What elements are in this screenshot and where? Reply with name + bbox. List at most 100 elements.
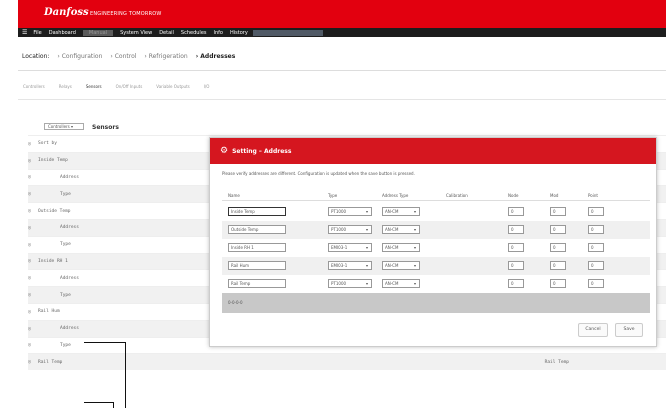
dialog-notice: Please verify addresses are different. C… bbox=[222, 171, 415, 176]
chevron-down-icon: ▾ bbox=[365, 245, 368, 250]
tab-relays[interactable]: Relays bbox=[59, 84, 72, 89]
sensor-icon: ◎ bbox=[28, 191, 32, 198]
address-type-select[interactable]: AN-CM ▾ bbox=[382, 261, 420, 270]
type-select[interactable]: EMI03-1 ▾ bbox=[328, 261, 372, 270]
list-item-label: Inside Temp bbox=[38, 158, 68, 164]
node-input[interactable]: 0 bbox=[508, 279, 524, 288]
mod-input[interactable]: 0 bbox=[550, 279, 566, 288]
mod-input[interactable]: 0 bbox=[550, 261, 566, 270]
point-input[interactable]: 0 bbox=[588, 243, 604, 252]
node-input-value: 0 bbox=[511, 227, 514, 232]
name-input[interactable]: Outside Temp bbox=[228, 225, 286, 234]
node-input[interactable]: 0 bbox=[508, 225, 524, 234]
mod-input-value: 0 bbox=[553, 263, 556, 268]
sensor-icon: ◎ bbox=[28, 258, 32, 265]
list-item-label: Address bbox=[60, 174, 79, 180]
menu-info[interactable]: Info bbox=[214, 30, 223, 36]
chevron-down-icon: ▾ bbox=[365, 209, 368, 214]
chevron-down-icon: ▾ bbox=[413, 245, 416, 250]
type-select[interactable]: PT1000 ▾ bbox=[328, 225, 372, 234]
name-input[interactable]: Rail Hum bbox=[228, 261, 286, 270]
address-type-select[interactable]: AN-CM ▾ bbox=[382, 243, 420, 252]
callout-line bbox=[84, 402, 114, 403]
name-input-value: Rail Hum bbox=[231, 263, 250, 268]
node-input-value: 0 bbox=[511, 209, 514, 214]
address-type-select[interactable]: AN-CM ▾ bbox=[382, 279, 420, 288]
tab-io[interactable]: I/O bbox=[204, 84, 210, 89]
point-input[interactable]: 0 bbox=[588, 207, 604, 216]
name-input-value: Rail Temp bbox=[231, 281, 251, 286]
node-input[interactable]: 0 bbox=[508, 207, 524, 216]
mod-input-value: 0 bbox=[553, 227, 556, 232]
type-select[interactable]: PT1000 ▾ bbox=[328, 279, 372, 288]
point-input-value: 0 bbox=[591, 245, 594, 250]
address-type-select[interactable]: AN-CM ▾ bbox=[382, 225, 420, 234]
address-type-select[interactable]: AN-CM ▾ bbox=[382, 207, 420, 216]
hamburger-icon[interactable]: ☰ bbox=[22, 29, 27, 36]
menu-manual[interactable]: Manual bbox=[82, 29, 114, 36]
point-input[interactable]: 0 bbox=[588, 279, 604, 288]
name-input[interactable]: Inside Temp bbox=[228, 207, 286, 216]
name-input[interactable]: Inside RH 1 bbox=[228, 243, 286, 252]
type-select[interactable]: PT1000 ▾ bbox=[328, 207, 372, 216]
menu-dashboard[interactable]: Dashboard bbox=[49, 30, 76, 36]
chevron-down-icon: ▾ bbox=[365, 281, 368, 286]
mod-input-value: 0 bbox=[553, 281, 556, 286]
mod-input[interactable]: 0 bbox=[550, 207, 566, 216]
list-item[interactable]: ◎ Rail Temp Rail Temp bbox=[28, 353, 666, 371]
crumb-control[interactable]: › Control bbox=[110, 53, 136, 60]
chevron-down-icon: ▾ bbox=[413, 263, 416, 268]
sensor-icon: ◎ bbox=[28, 275, 32, 282]
tab-sensors[interactable]: Sensors bbox=[86, 84, 102, 89]
save-button[interactable]: Save bbox=[615, 323, 643, 337]
tagline: ENGINEERING TOMORROW bbox=[90, 11, 162, 17]
name-input[interactable]: Rail Temp bbox=[228, 279, 286, 288]
callout-line bbox=[113, 402, 114, 408]
sensor-icon: ◎ bbox=[28, 208, 32, 215]
divider bbox=[18, 99, 666, 100]
mod-input[interactable]: 0 bbox=[550, 225, 566, 234]
sub-navigation: Controllers Relays Sensors On/Off Inputs… bbox=[23, 84, 223, 89]
address-type-select-value: AN-CM bbox=[385, 281, 399, 286]
mod-input-value: 0 bbox=[553, 245, 556, 250]
tab-controllers[interactable]: Controllers bbox=[23, 84, 45, 89]
menu-file[interactable]: File bbox=[33, 30, 41, 36]
crumb-refrigeration[interactable]: › Refrigeration bbox=[144, 53, 187, 60]
menu-history[interactable]: History bbox=[230, 30, 248, 36]
point-input-value: 0 bbox=[591, 227, 594, 232]
table-row: Inside Temp PT1000 ▾ AN-CM ▾ 0 0 0 bbox=[222, 203, 650, 221]
sensor-icon: ◎ bbox=[28, 140, 32, 147]
menu-detail[interactable]: Detail bbox=[159, 30, 174, 36]
sensor-icon: ◎ bbox=[28, 308, 32, 315]
breadcrumb: Location: › Configuration › Control › Re… bbox=[22, 53, 243, 60]
table-header: Name Type Address Type Calibration Node … bbox=[222, 190, 650, 201]
cancel-button[interactable]: Cancel bbox=[578, 323, 608, 337]
menu-schedules[interactable]: Schedules bbox=[181, 30, 207, 36]
menu-system-view[interactable]: System View bbox=[120, 30, 152, 36]
crumb-configuration[interactable]: › Configuration bbox=[57, 53, 102, 60]
sensors-heading: Sensors bbox=[92, 124, 119, 131]
table-row: Rail Hum EMI03-1 ▾ AN-CM ▾ 0 0 0 bbox=[222, 257, 650, 275]
point-input[interactable]: 0 bbox=[588, 261, 604, 270]
sensor-icon: ◎ bbox=[28, 359, 32, 366]
node-input-value: 0 bbox=[511, 263, 514, 268]
chevron-down-icon: ▾ bbox=[413, 227, 416, 232]
tab-variable-outputs[interactable]: Variable Outputs bbox=[156, 84, 189, 89]
type-select-value: PT1000 bbox=[331, 209, 347, 214]
point-input[interactable]: 0 bbox=[588, 225, 604, 234]
table-row: Outside Temp PT1000 ▾ AN-CM ▾ 0 0 0 bbox=[222, 221, 650, 239]
tab-onoff-inputs[interactable]: On/Off Inputs bbox=[116, 84, 143, 89]
controller-select[interactable]: Controllers ▾ bbox=[44, 123, 84, 130]
type-select[interactable]: EMI03-1 ▾ bbox=[328, 243, 372, 252]
col-node: Node bbox=[508, 193, 519, 198]
sensor-icon: ◎ bbox=[28, 224, 32, 231]
divider bbox=[18, 70, 666, 71]
list-item-label: Inside RH 1 bbox=[38, 258, 68, 264]
address-type-select-value: AN-CM bbox=[385, 227, 399, 232]
danfoss-logo: Danfoss bbox=[44, 7, 89, 18]
mod-input-value: 0 bbox=[553, 209, 556, 214]
address-type-select-value: AN-CM bbox=[385, 209, 399, 214]
mod-input[interactable]: 0 bbox=[550, 243, 566, 252]
node-input[interactable]: 0 bbox=[508, 261, 524, 270]
node-input[interactable]: 0 bbox=[508, 243, 524, 252]
